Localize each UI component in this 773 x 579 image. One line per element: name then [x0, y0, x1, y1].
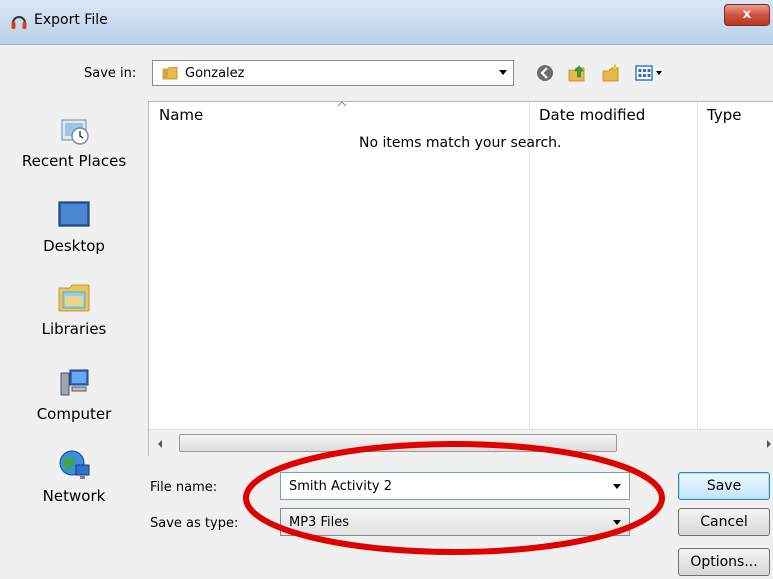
up-folder-button[interactable]: [564, 60, 590, 86]
file-name-value: Smith Activity 2: [289, 479, 393, 494]
recent-places-icon: [61, 119, 89, 145]
chevron-down-icon[interactable]: [613, 484, 621, 489]
new-folder-icon: [602, 63, 620, 82]
cancel-button[interactable]: Cancel: [678, 508, 770, 536]
save-in-value: Gonzalez: [185, 66, 245, 81]
place-label-desktop: Desktop: [43, 237, 105, 255]
horizontal-scrollbar[interactable]: [149, 429, 773, 456]
column-divider: [697, 102, 698, 428]
place-computer[interactable]: Computer: [18, 365, 130, 423]
view-menu-icon: [635, 65, 662, 81]
window-title: Export File: [34, 12, 108, 28]
computer-icon: [60, 369, 89, 396]
place-label-recent-places: Recent Places: [21, 152, 127, 170]
close-icon: x: [742, 7, 752, 22]
save-as-type-dropdown[interactable]: MP3 Files: [280, 508, 630, 536]
save-in-dropdown[interactable]: Gonzalez: [152, 60, 514, 86]
libraries-icon: [58, 284, 90, 312]
back-icon: [537, 65, 553, 81]
new-folder-button[interactable]: [598, 60, 624, 86]
sort-ascending-icon: [337, 101, 347, 107]
place-network[interactable]: Network: [18, 447, 130, 505]
column-header-type[interactable]: Type: [697, 102, 773, 128]
file-name-input[interactable]: Smith Activity 2: [280, 472, 630, 500]
empty-list-message: No items match your search.: [359, 135, 562, 151]
file-name-label: File name:: [150, 480, 218, 495]
desktop-icon: [58, 201, 90, 227]
chevron-down-icon: [613, 520, 621, 525]
scroll-right-icon[interactable]: [767, 440, 771, 448]
place-recent-places[interactable]: Recent Places: [18, 112, 130, 170]
scroll-left-icon[interactable]: [158, 440, 162, 448]
chevron-down-icon: [499, 70, 507, 75]
save-in-label: Save in:: [84, 66, 137, 81]
place-label-libraries: Libraries: [41, 320, 107, 338]
save-as-type-value: MP3 Files: [289, 515, 349, 530]
save-button[interactable]: Save: [678, 472, 770, 500]
back-button[interactable]: [532, 60, 558, 86]
folder-icon: [162, 67, 178, 80]
place-label-network: Network: [42, 487, 106, 505]
scrollbar-thumb[interactable]: [179, 434, 617, 452]
options-button[interactable]: Options...: [678, 548, 770, 576]
file-list[interactable]: Name Date modified Type No items match y…: [148, 101, 773, 456]
view-menu-button[interactable]: [632, 60, 668, 86]
up-folder-icon: [568, 65, 585, 82]
network-icon: [59, 450, 90, 479]
headphones-icon: [11, 16, 27, 29]
column-header-date-modified[interactable]: Date modified: [529, 102, 697, 128]
title-bar: Export File x: [0, 0, 773, 45]
place-libraries[interactable]: Libraries: [18, 280, 130, 338]
save-as-type-label: Save as type:: [150, 516, 239, 531]
place-label-computer: Computer: [36, 405, 112, 423]
place-desktop[interactable]: Desktop: [18, 197, 130, 255]
close-button[interactable]: x: [724, 4, 770, 26]
